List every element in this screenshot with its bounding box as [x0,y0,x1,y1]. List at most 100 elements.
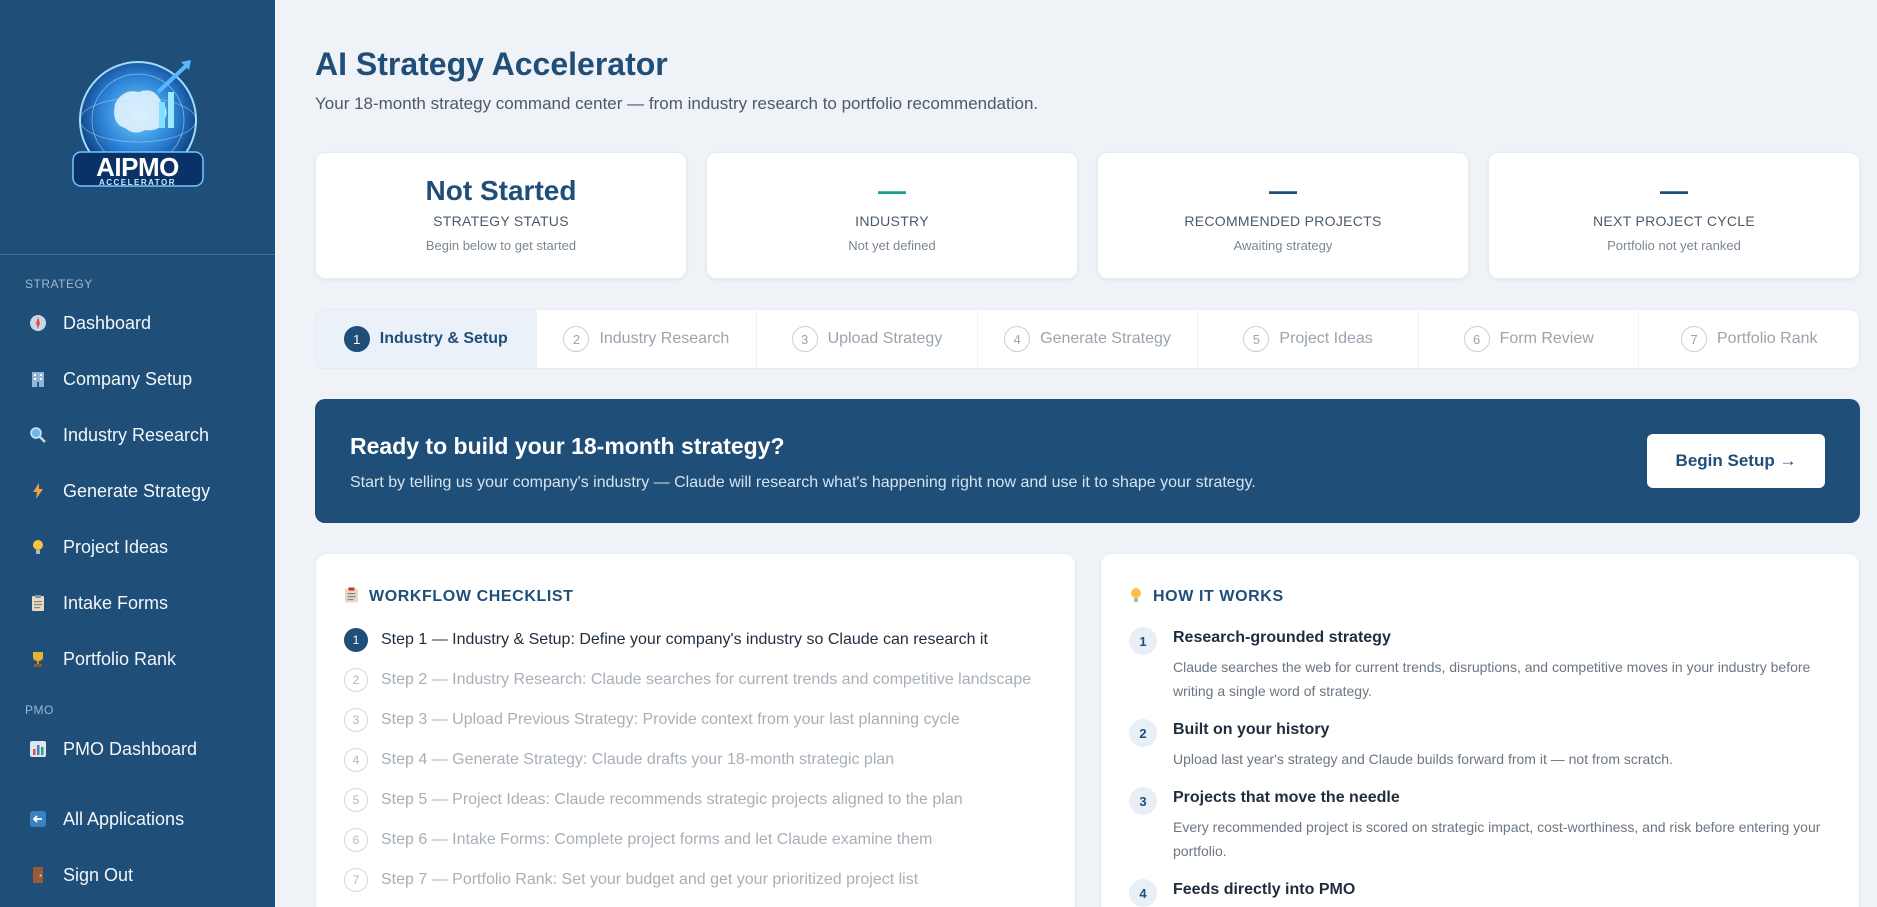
step-label: Portfolio Rank [1717,330,1818,347]
step-generate-strategy[interactable]: 4 Generate Strategy [978,310,1199,368]
clipboard-icon [28,593,48,613]
logo-area: AIPMO ACCELERATOR [0,0,275,255]
panel-header: HOW IT WORKS [1129,587,1284,607]
stat-value: — [1269,175,1297,206]
sidebar: AIPMO ACCELERATOR STRATEGY Dashboard Com… [0,0,275,907]
step-number: 4 [1004,326,1031,352]
stat-hint: Begin below to get started [425,238,577,253]
sidebar-item-sign-out[interactable]: Sign Out [0,847,275,903]
sidebar-item-label: Portfolio Rank [63,648,177,669]
app-logo[interactable]: AIPMO ACCELERATOR [63,52,213,202]
workflow-stepper: 1 Industry & Setup 2 Industry Research 3… [315,309,1860,369]
logo-subtext: ACCELERATOR [98,178,177,187]
step-label: Upload Strategy [827,330,943,347]
clipboard-icon [344,587,359,607]
step-number: 6 [1463,326,1490,352]
step-label: Form Review [1499,330,1594,347]
stat-value: — [878,175,906,206]
sidebar-item-label: Industry Research [63,424,210,445]
compass-icon [28,313,48,333]
sidebar-item-label: PMO Dashboard [63,738,198,759]
begin-setup-button[interactable]: Begin Setup → [1647,434,1825,488]
chart-icon [28,739,48,759]
sidebar-item-label: All Applications [63,808,185,829]
step-label: Generate Strategy [1040,330,1171,347]
workflow-checklist-panel: WORKFLOW CHECKLIST 1 Step 1 — Industry &… [315,553,1076,907]
sidebar-item-industry-research[interactable]: Industry Research [0,407,275,463]
step-label: Project Ideas [1279,330,1373,347]
step-label: Industry Research [599,330,730,347]
main-content: AI Strategy Accelerator Your 18-month st… [275,0,1877,907]
checklist-text: Step 5 — Project Ideas: Claude recommend… [381,791,963,808]
checklist-item[interactable]: 5 Step 5 — Project Ideas: Claude recomme… [344,788,963,812]
how-step-title: Research-grounded strategy [1173,629,1391,646]
step-project-ideas[interactable]: 5 Project Ideas [1198,310,1419,368]
banner-title: Ready to build your 18-month strategy? [350,433,785,459]
sidebar-item-label: Company Setup [63,368,193,389]
sidebar-item-company-setup[interactable]: Company Setup [0,351,275,407]
step-upload-strategy[interactable]: 3 Upload Strategy [757,310,978,368]
lightbulb-icon [1129,587,1143,607]
step-industry-research[interactable]: 2 Industry Research [537,310,758,368]
checklist-item[interactable]: 1 Step 1 — Industry & Setup: Define your… [344,628,988,652]
stat-hint: Not yet defined [848,238,936,253]
sidebar-item-generate-strategy[interactable]: Generate Strategy [0,463,275,519]
checklist-text: Step 7 — Portfolio Rank: Set your budget… [381,871,919,888]
how-step-title: Built on your history [1173,721,1330,738]
checklist-text: Step 6 — Intake Forms: Complete project … [381,831,933,848]
stat-value: — [1660,175,1688,206]
sidebar-item-portfolio-rank[interactable]: Portfolio Rank [0,631,275,687]
sidebar-item-pmo-dashboard[interactable]: PMO Dashboard [0,721,275,777]
stat-card-recommended-projects: — RECOMMENDED PROJECTS Awaiting strategy [1097,152,1469,279]
page-subtitle: Your 18-month strategy command center — … [315,94,1039,113]
checklist-item[interactable]: 4 Step 4 — Generate Strategy: Claude dra… [344,748,894,772]
sidebar-item-dashboard[interactable]: Dashboard [0,295,275,351]
checklist-item[interactable]: 2 Step 2 — Industry Research: Claude sea… [344,668,1031,692]
sidebar-item-project-ideas[interactable]: Project Ideas [0,519,275,575]
stat-label: RECOMMENDED PROJECTS [1184,213,1382,229]
step-number: 2 [563,326,590,352]
magnifier-icon [28,425,48,445]
checklist-item[interactable]: 6 Step 6 — Intake Forms: Complete projec… [344,828,932,852]
lightning-icon [28,481,48,501]
stat-hint: Portfolio not yet ranked [1607,238,1741,253]
cta-banner: Ready to build your 18-month strategy? S… [315,399,1860,523]
stat-label: INDUSTRY [855,213,929,229]
how-step-description: Upload last year's strategy and Claude b… [1173,751,1673,767]
stat-card-next-project-cycle: — NEXT PROJECT CYCLE Portfolio not yet r… [1488,152,1860,279]
sidebar-item-intake-forms[interactable]: Intake Forms [0,575,275,631]
step-industry-setup[interactable]: 1 Industry & Setup [316,310,537,368]
checklist-number: 6 [344,828,368,852]
stat-card-industry: — INDUSTRY Not yet defined [706,152,1078,279]
how-step-number: 4 [1129,879,1157,907]
how-step-number: 1 [1129,627,1157,655]
checklist-item[interactable]: 3 Step 3 — Upload Previous Strategy: Pro… [344,708,960,732]
door-icon [28,865,48,885]
step-number: 3 [791,326,818,352]
step-form-review[interactable]: 6 Form Review [1419,310,1640,368]
checklist-number: 4 [344,748,368,772]
how-step-title: Feeds directly into PMO [1173,881,1356,898]
stat-value: Not Started [425,175,577,206]
checklist-text: Step 3 — Upload Previous Strategy: Provi… [381,711,960,728]
checklist-text: Step 2 — Industry Research: Claude searc… [381,671,1032,688]
step-portfolio-rank[interactable]: 7 Portfolio Rank [1639,310,1859,368]
strategy-section-label: STRATEGY [25,277,93,291]
checklist-text: Step 1 — Industry & Setup: Define your c… [381,631,988,648]
panel-title: HOW IT WORKS [1153,588,1284,605]
checklist-number: 2 [344,668,368,692]
building-icon [28,369,48,389]
checklist-number: 5 [344,788,368,812]
checklist-item[interactable]: 7 Step 7 — Portfolio Rank: Set your budg… [344,868,918,892]
step-number: 5 [1243,326,1270,352]
lightbulb-icon [28,537,48,557]
how-step-title: Projects that move the needle [1173,789,1400,806]
step-number: 7 [1681,326,1707,352]
sidebar-item-all-applications[interactable]: All Applications [0,791,275,847]
checklist-number: 7 [344,868,368,892]
stat-hint: Awaiting strategy [1233,238,1333,253]
how-step-number: 2 [1129,719,1157,747]
how-step-number: 3 [1129,787,1157,815]
step-number: 1 [343,326,370,352]
panel-title: WORKFLOW CHECKLIST [369,588,574,605]
